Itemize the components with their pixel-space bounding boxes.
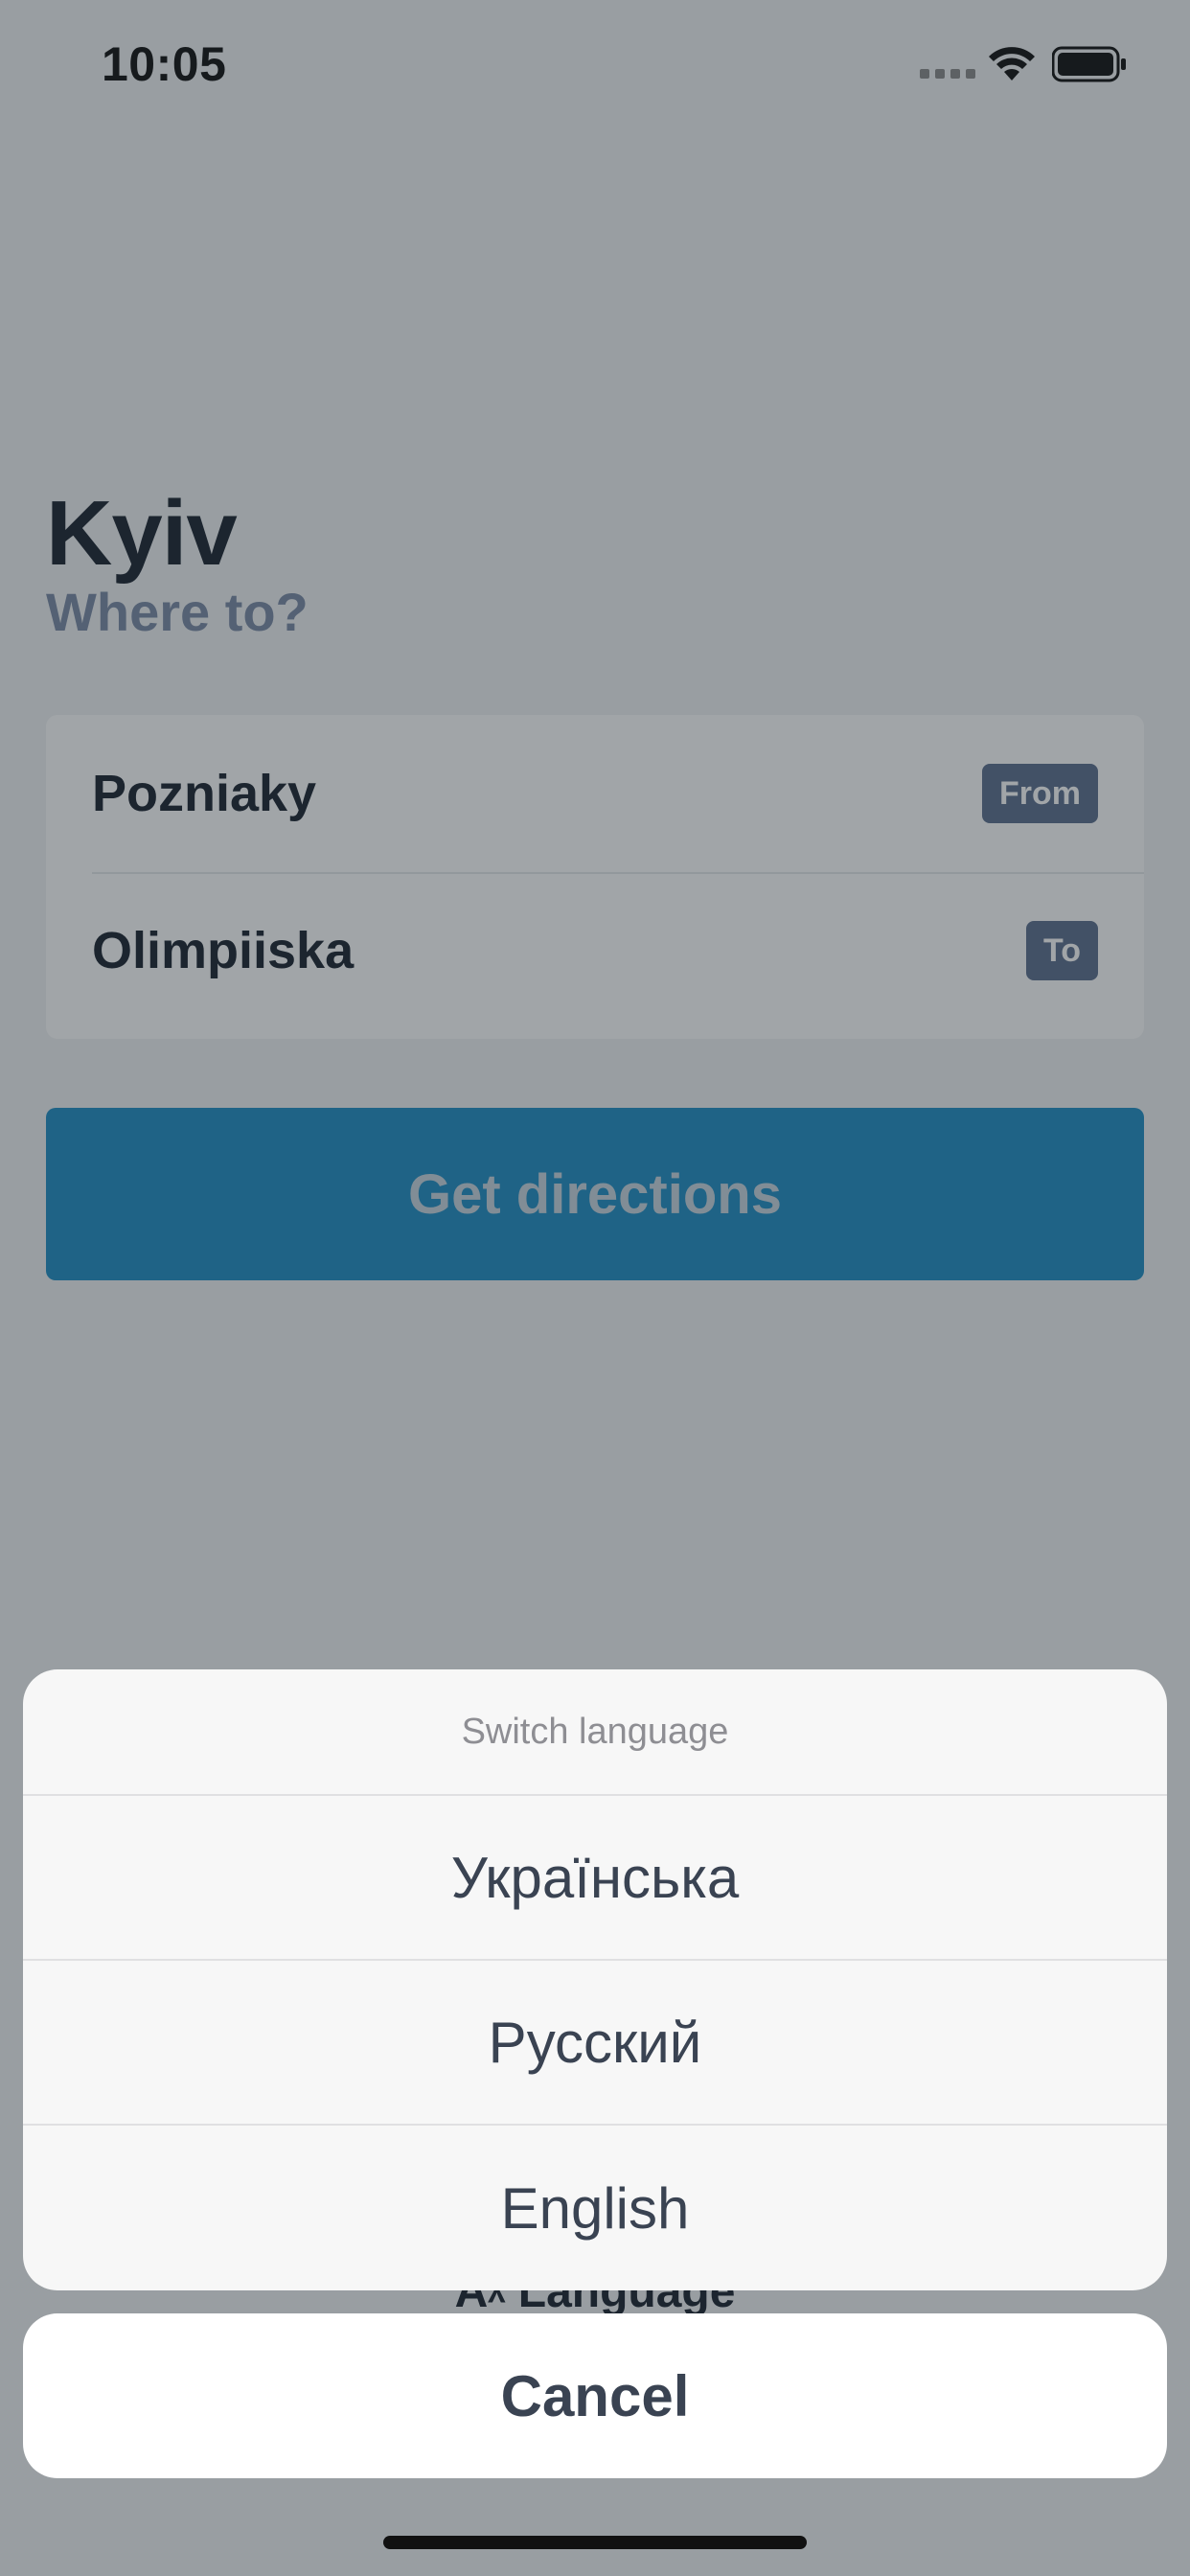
language-option-ukrainian[interactable]: Українська [23, 1796, 1167, 1961]
language-option-russian[interactable]: Русский [23, 1961, 1167, 2126]
language-action-sheet: Switch language Українська Русский Engli… [23, 1669, 1167, 2290]
language-option-english[interactable]: English [23, 2126, 1167, 2290]
sheet-title: Switch language [23, 1669, 1167, 1796]
home-indicator[interactable] [383, 2536, 807, 2549]
cancel-button[interactable]: Cancel [23, 2313, 1167, 2478]
app-screen: 10:05 Kyiv Where to? Pozniaky From Olimp… [0, 0, 1190, 2576]
